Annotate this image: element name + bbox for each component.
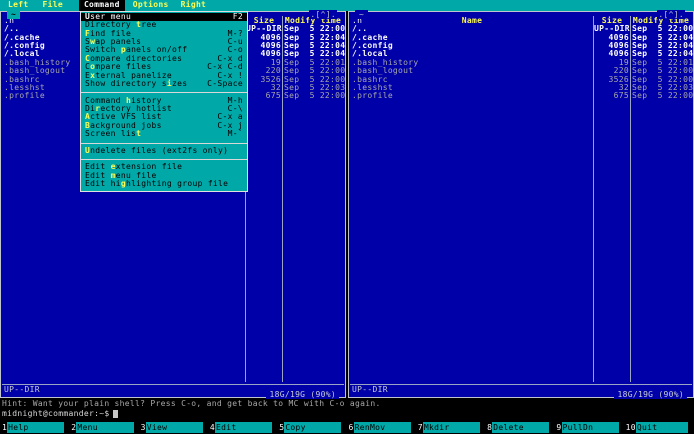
hint-line: Hint: Want your plain shell? Press C-o, … bbox=[2, 399, 381, 408]
menubar-item[interactable]: Right bbox=[176, 0, 212, 11]
function-key-label: Mkdir bbox=[422, 422, 481, 433]
ministatus-divider bbox=[2, 384, 344, 385]
column-divider bbox=[282, 16, 283, 382]
file-name: .lesshst bbox=[352, 83, 393, 92]
function-key-button[interactable]: 1 Help bbox=[1, 422, 70, 433]
ministatus: UP--DIR bbox=[352, 385, 388, 394]
menu-item-shortcut: F2 bbox=[232, 11, 243, 21]
file-mtime: Sep 5 22:00 bbox=[632, 91, 694, 101]
menu-item-label: zes bbox=[172, 78, 188, 88]
function-key-button[interactable]: 10 Quit bbox=[625, 422, 694, 433]
menubar-item[interactable]: Options bbox=[128, 0, 174, 11]
file-name: .bash_history bbox=[352, 58, 419, 67]
file-name: /.config bbox=[352, 42, 393, 51]
menu-item-shortcut: M-` bbox=[227, 129, 243, 139]
function-key-button[interactable]: 3 View bbox=[140, 422, 209, 433]
name-column-header-cell: .nName bbox=[350, 16, 594, 25]
function-key-label: Edit bbox=[215, 422, 273, 433]
right-panel: ~ .[^]. .n Name Size Modify time /.. UP--… bbox=[348, 10, 694, 399]
function-key-button[interactable]: 7 Mkdir bbox=[417, 422, 486, 433]
file-name: .bashrc bbox=[352, 75, 388, 84]
column-divider bbox=[593, 16, 594, 382]
function-key-label: Quit bbox=[635, 422, 688, 433]
column-divider bbox=[630, 16, 631, 382]
shell-prompt: midnight@commander:~$ bbox=[2, 408, 110, 418]
command-menu-dropdown: User menu F2 Directory t ree Find file M-… bbox=[80, 11, 248, 192]
left-panel-path[interactable]: ~ bbox=[7, 10, 21, 19]
right-panel-path[interactable]: ~ bbox=[355, 10, 369, 19]
file-name: /.. bbox=[352, 25, 368, 34]
function-key-number: 10 bbox=[625, 423, 636, 432]
menu-item-label: ndelete files (ext2fs only) bbox=[90, 145, 229, 155]
function-key-label: RenMov bbox=[353, 422, 411, 433]
file-size: 675 bbox=[613, 91, 629, 101]
ministatus: UP--DIR bbox=[4, 385, 40, 394]
menu-item-label: Edit hi bbox=[85, 179, 121, 189]
command-line[interactable]: midnight@commander:~$ bbox=[2, 408, 119, 419]
function-key-label: View bbox=[145, 422, 203, 433]
menu-item-label: Screen lis bbox=[85, 129, 137, 139]
menu-item[interactable]: Undelete files (ext2fs only) bbox=[81, 145, 247, 155]
file-mtime: Sep 5 22:00 bbox=[284, 91, 346, 101]
function-key-button[interactable]: 8 Delete bbox=[486, 422, 555, 433]
menubar-item[interactable]: File bbox=[37, 0, 67, 11]
menu-item-label: ree bbox=[141, 20, 157, 30]
free-space-label: 18G/19G (90%) bbox=[614, 390, 687, 399]
menu-item-hotkey: t bbox=[136, 129, 142, 139]
file-name: /.local bbox=[352, 50, 388, 59]
file-name: .profile bbox=[352, 92, 393, 101]
column-header-name[interactable]: Name bbox=[462, 16, 482, 25]
menu-bar: Left File Command Options Right bbox=[0, 0, 694, 12]
menu-item[interactable]: Edit hi g hlighting group file bbox=[81, 179, 247, 189]
panel-up-icon[interactable]: .[^]. bbox=[657, 10, 685, 19]
function-key-label: Menu bbox=[76, 422, 134, 433]
menu-item[interactable]: Screen lis t M-` bbox=[81, 129, 247, 139]
function-key-label: PullDn bbox=[561, 422, 619, 433]
ministatus-divider bbox=[350, 384, 692, 385]
function-key-button[interactable]: 2 Menu bbox=[70, 422, 139, 433]
free-space-label: 18G/19G (90%) bbox=[266, 390, 339, 399]
file-row[interactable]: .profile 675 Sep 5 22:00 bbox=[350, 91, 694, 101]
function-key-button[interactable]: 6 RenMov bbox=[347, 422, 416, 433]
function-key-label: Copy bbox=[284, 422, 342, 433]
menu-item[interactable]: Show directory s i zes C-Space bbox=[81, 78, 247, 88]
file-name: .bash_logout bbox=[352, 67, 414, 76]
function-key-button[interactable]: 9 PullDn bbox=[555, 422, 624, 433]
function-key-button[interactable]: 5 Copy bbox=[278, 422, 347, 433]
menu-item-label: Show directory s bbox=[85, 78, 167, 88]
file-size: 675 bbox=[265, 91, 281, 101]
function-key-bar: 1 Help 2 Menu 3 View 4 Edit 5 Copy 6 Ren… bbox=[0, 420, 694, 434]
file-name: /.cache bbox=[352, 33, 388, 42]
menu-item-shortcut: C-Space bbox=[207, 78, 243, 88]
menubar-item[interactable]: Command bbox=[78, 0, 125, 12]
text-cursor bbox=[113, 410, 119, 418]
function-key-label: Help bbox=[7, 422, 65, 433]
mc-screen: Left File Command Options Right ~ .[^]. … bbox=[0, 0, 694, 434]
panel-up-icon[interactable]: .[^]. bbox=[309, 10, 337, 19]
file-list: /.. UP--DIR Sep 5 22:00 /.cache 4096 Sep… bbox=[350, 24, 694, 101]
function-key-button[interactable]: 4 Edit bbox=[209, 422, 278, 433]
menu-item-label: hlighting group file bbox=[125, 179, 229, 189]
function-key-label: Delete bbox=[492, 422, 550, 433]
